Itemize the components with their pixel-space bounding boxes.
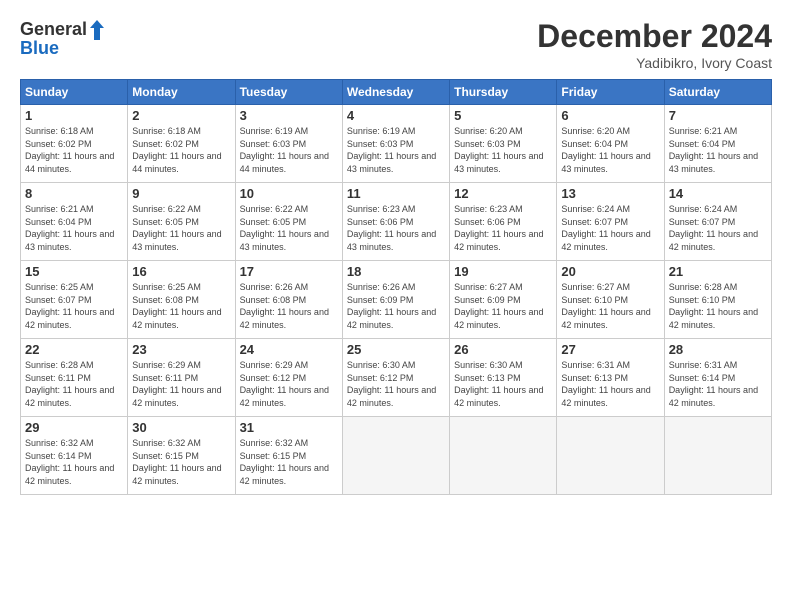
table-row: 31Sunrise: 6:32 AMSunset: 6:15 PMDayligh… [235,417,342,495]
table-row: 13Sunrise: 6:24 AMSunset: 6:07 PMDayligh… [557,183,664,261]
logo: General Blue [20,18,107,59]
page-header: General Blue December 2024 Yadibikro, Iv… [20,18,772,71]
week-row-3: 15Sunrise: 6:25 AMSunset: 6:07 PMDayligh… [21,261,772,339]
table-row: 29Sunrise: 6:32 AMSunset: 6:14 PMDayligh… [21,417,128,495]
table-row: 9Sunrise: 6:22 AMSunset: 6:05 PMDaylight… [128,183,235,261]
calendar-page: General Blue December 2024 Yadibikro, Iv… [0,0,792,612]
table-row: 17Sunrise: 6:26 AMSunset: 6:08 PMDayligh… [235,261,342,339]
table-row [342,417,449,495]
table-row: 30Sunrise: 6:32 AMSunset: 6:15 PMDayligh… [128,417,235,495]
table-row [664,417,771,495]
table-row: 26Sunrise: 6:30 AMSunset: 6:13 PMDayligh… [450,339,557,417]
table-row: 25Sunrise: 6:30 AMSunset: 6:12 PMDayligh… [342,339,449,417]
table-row: 23Sunrise: 6:29 AMSunset: 6:11 PMDayligh… [128,339,235,417]
week-row-5: 29Sunrise: 6:32 AMSunset: 6:14 PMDayligh… [21,417,772,495]
table-row [557,417,664,495]
header-row: Sunday Monday Tuesday Wednesday Thursday… [21,80,772,105]
col-wednesday: Wednesday [342,80,449,105]
table-row: 8Sunrise: 6:21 AMSunset: 6:04 PMDaylight… [21,183,128,261]
table-row: 27Sunrise: 6:31 AMSunset: 6:13 PMDayligh… [557,339,664,417]
calendar-table: Sunday Monday Tuesday Wednesday Thursday… [20,79,772,495]
table-row: 15Sunrise: 6:25 AMSunset: 6:07 PMDayligh… [21,261,128,339]
table-row: 14Sunrise: 6:24 AMSunset: 6:07 PMDayligh… [664,183,771,261]
table-row: 5Sunrise: 6:20 AMSunset: 6:03 PMDaylight… [450,105,557,183]
week-row-4: 22Sunrise: 6:28 AMSunset: 6:11 PMDayligh… [21,339,772,417]
table-row: 7Sunrise: 6:21 AMSunset: 6:04 PMDaylight… [664,105,771,183]
table-row: 20Sunrise: 6:27 AMSunset: 6:10 PMDayligh… [557,261,664,339]
table-row: 2Sunrise: 6:18 AMSunset: 6:02 PMDaylight… [128,105,235,183]
table-row: 22Sunrise: 6:28 AMSunset: 6:11 PMDayligh… [21,339,128,417]
table-row: 24Sunrise: 6:29 AMSunset: 6:12 PMDayligh… [235,339,342,417]
location: Yadibikro, Ivory Coast [537,55,772,71]
table-row: 4Sunrise: 6:19 AMSunset: 6:03 PMDaylight… [342,105,449,183]
table-row: 18Sunrise: 6:26 AMSunset: 6:09 PMDayligh… [342,261,449,339]
logo-icon [88,18,106,42]
table-row: 3Sunrise: 6:19 AMSunset: 6:03 PMDaylight… [235,105,342,183]
table-row: 12Sunrise: 6:23 AMSunset: 6:06 PMDayligh… [450,183,557,261]
table-row: 6Sunrise: 6:20 AMSunset: 6:04 PMDaylight… [557,105,664,183]
table-row: 11Sunrise: 6:23 AMSunset: 6:06 PMDayligh… [342,183,449,261]
table-row: 1Sunrise: 6:18 AMSunset: 6:02 PMDaylight… [21,105,128,183]
week-row-2: 8Sunrise: 6:21 AMSunset: 6:04 PMDaylight… [21,183,772,261]
col-monday: Monday [128,80,235,105]
title-block: December 2024 Yadibikro, Ivory Coast [537,18,772,71]
week-row-1: 1Sunrise: 6:18 AMSunset: 6:02 PMDaylight… [21,105,772,183]
col-tuesday: Tuesday [235,80,342,105]
table-row: 21Sunrise: 6:28 AMSunset: 6:10 PMDayligh… [664,261,771,339]
col-thursday: Thursday [450,80,557,105]
table-row [450,417,557,495]
col-saturday: Saturday [664,80,771,105]
col-sunday: Sunday [21,80,128,105]
table-row: 19Sunrise: 6:27 AMSunset: 6:09 PMDayligh… [450,261,557,339]
month-year: December 2024 [537,18,772,55]
col-friday: Friday [557,80,664,105]
table-row: 28Sunrise: 6:31 AMSunset: 6:14 PMDayligh… [664,339,771,417]
logo-text: General [20,19,107,39]
table-row: 16Sunrise: 6:25 AMSunset: 6:08 PMDayligh… [128,261,235,339]
table-row: 10Sunrise: 6:22 AMSunset: 6:05 PMDayligh… [235,183,342,261]
